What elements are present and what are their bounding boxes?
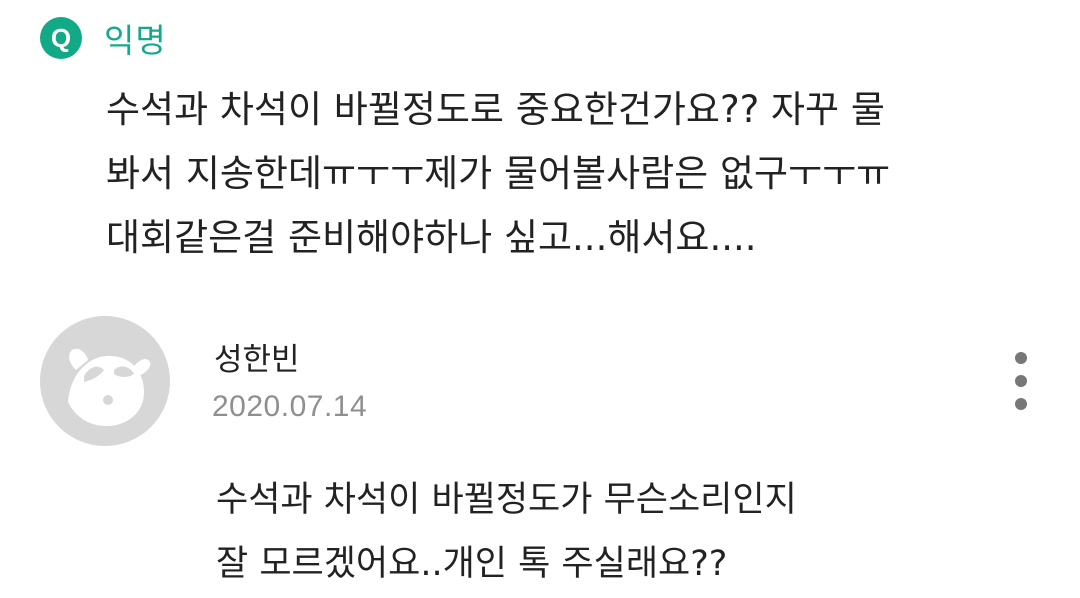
more-vertical-icon	[1015, 398, 1027, 410]
question-text: 수석과 차석이 바뀔정도로 중요한건가요?? 자꾸 물 봐서 지송한데ㅠㅜㅜ제가…	[106, 88, 891, 259]
avatar[interactable]	[40, 316, 170, 446]
answer-date: 2020.07.14	[212, 390, 368, 423]
more-vertical-icon	[1015, 352, 1027, 364]
more-options-button[interactable]	[1006, 352, 1036, 410]
question-badge-icon: Q	[40, 17, 82, 59]
answer-text: 수석과 차석이 바뀔정도가 무슨소리인지 잘 모르겠어요..개인 톡 주실래요?…	[216, 480, 797, 584]
default-profile-avatar-icon	[40, 316, 170, 446]
question-author: 익명	[104, 21, 167, 60]
answer-author[interactable]: 성한빈	[214, 334, 300, 379]
answer-item: 성한빈 2020.07.14 수석과 차석이 바뀔정도가 무슨소리인지 잘 모르…	[40, 316, 1050, 596]
question-header: Q 익명	[40, 16, 167, 60]
more-vertical-icon	[1015, 375, 1027, 387]
